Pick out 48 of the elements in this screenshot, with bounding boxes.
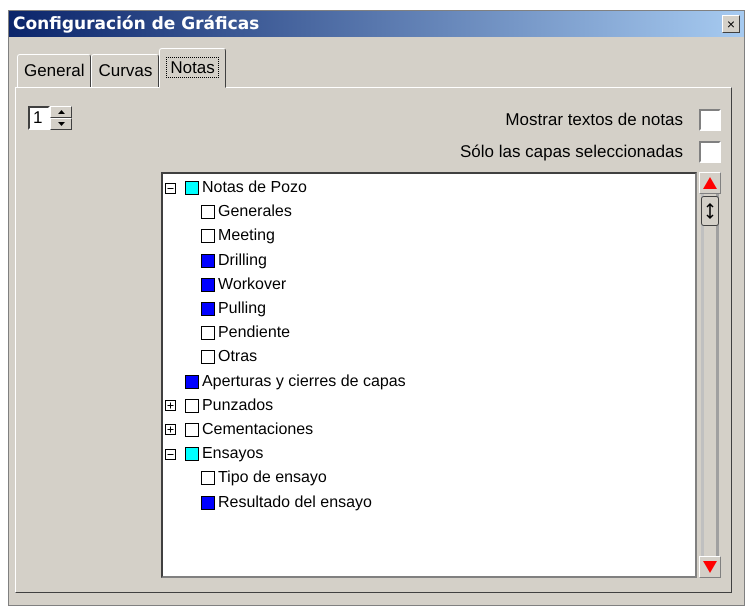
scroll-up-button[interactable] (699, 172, 721, 194)
tree-item[interactable]: Pendiente (218, 324, 290, 342)
number-field[interactable]: 1 (28, 106, 50, 130)
color-swatch[interactable] (201, 254, 215, 268)
tree-item[interactable]: Notas de Pozo (202, 179, 307, 198)
color-swatch[interactable] (185, 398, 199, 413)
tree-item[interactable]: Resultado del ensayo (218, 494, 372, 512)
option-label: Sólo las capas seleccionadas (460, 142, 683, 162)
color-swatch[interactable] (185, 181, 199, 196)
spin-up-button[interactable] (50, 106, 72, 118)
spin-down-button[interactable] (50, 118, 72, 130)
tree-item[interactable]: Punzados (202, 396, 274, 415)
up-arrow-icon (703, 177, 717, 189)
up-arrow-icon (58, 110, 64, 114)
checkbox[interactable] (699, 109, 721, 131)
color-swatch[interactable] (201, 496, 215, 510)
checkbox[interactable] (699, 141, 721, 163)
color-swatch[interactable] (201, 278, 215, 292)
color-swatch[interactable] (201, 326, 215, 340)
tab[interactable]: Notas (159, 48, 226, 88)
color-swatch[interactable] (185, 447, 199, 462)
color-swatch[interactable] (185, 422, 199, 437)
scroll-down-button[interactable] (699, 556, 721, 578)
color-swatch[interactable] (201, 229, 215, 244)
option-label: Mostrar textos de notas (505, 110, 683, 130)
tree-item[interactable]: Aperturas y cierres de capas (202, 372, 406, 391)
color-swatch[interactable] (201, 302, 215, 316)
tree-item[interactable]: Ensayos (202, 445, 264, 464)
down-arrow-icon (703, 561, 717, 573)
tree-item[interactable]: Meeting (218, 227, 275, 246)
tree-item[interactable]: Otras (218, 348, 258, 366)
tree-item[interactable]: Tipo de ensayo (218, 469, 327, 488)
scroll-bar[interactable] (699, 172, 721, 578)
tree-item[interactable]: Generales (218, 203, 292, 222)
tree-item[interactable]: Workover (218, 276, 286, 294)
down-arrow-icon (58, 122, 64, 126)
color-swatch[interactable] (201, 471, 215, 486)
tab[interactable]: Curvas (91, 54, 160, 88)
color-swatch[interactable] (201, 350, 215, 364)
window-title: Configuración de Gráficas (13, 14, 260, 34)
tree-item[interactable]: Pulling (218, 300, 266, 318)
tree-item[interactable]: Cementaciones (202, 420, 314, 439)
tree-item[interactable]: Drilling (218, 252, 267, 270)
scroll-thumb[interactable] (701, 196, 719, 226)
tab[interactable]: General (17, 54, 92, 88)
close-button[interactable]: × (722, 15, 740, 33)
color-swatch[interactable] (201, 205, 215, 220)
color-swatch[interactable] (185, 374, 199, 389)
